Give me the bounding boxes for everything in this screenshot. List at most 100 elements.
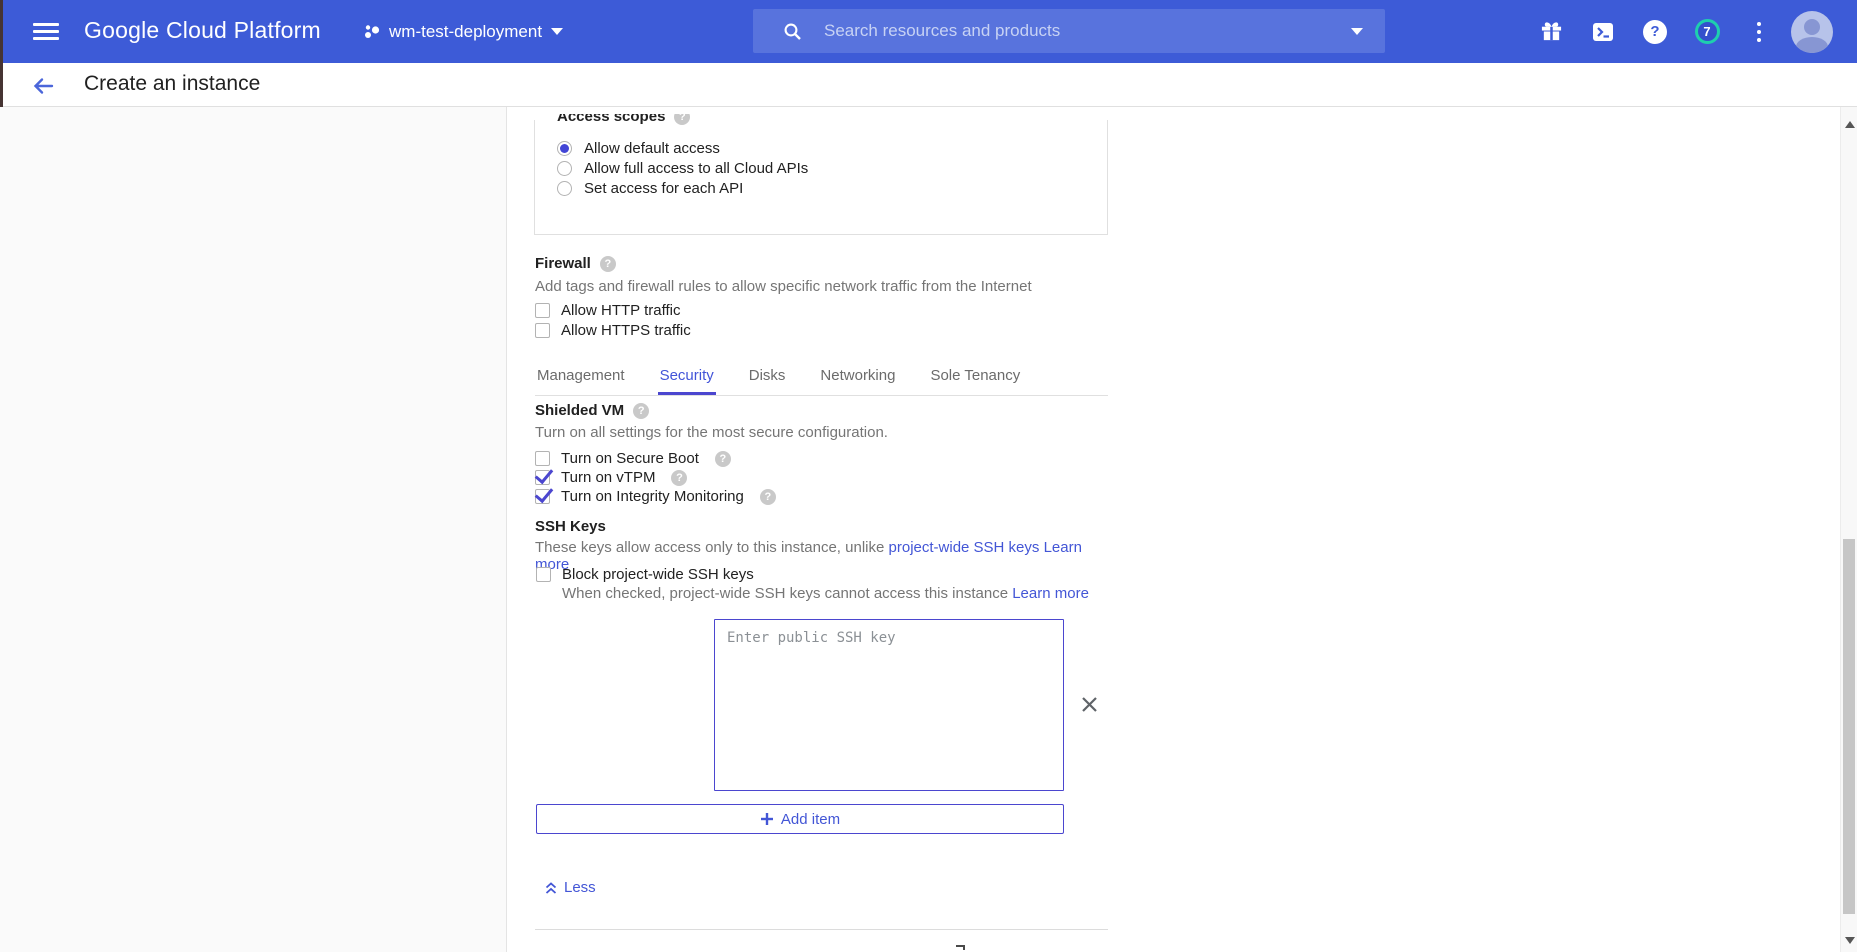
access-scopes-card: Access scopes ? Allow default access All… xyxy=(534,120,1108,235)
radio-label: Allow full access to all Cloud APIs xyxy=(584,160,808,177)
scroll-down-arrow[interactable] xyxy=(1845,937,1855,944)
section-divider xyxy=(535,929,1108,930)
remove-ssh-key-button[interactable] xyxy=(1076,691,1102,717)
firewall-label: Firewall xyxy=(535,255,591,272)
firewall-section: Firewall ? Add tags and firewall rules t… xyxy=(535,255,1108,340)
radio-label: Allow default access xyxy=(584,140,720,157)
radio-allow-default-access[interactable]: Allow default access xyxy=(557,138,1107,158)
gift-icon xyxy=(1540,20,1563,43)
block-ssh-keys-description: When checked, project-wide SSH keys cann… xyxy=(562,585,1089,602)
global-search[interactable] xyxy=(753,9,1385,53)
collapse-chevrons-icon xyxy=(545,881,557,895)
checkbox-label: Allow HTTPS traffic xyxy=(561,322,691,339)
tab-networking[interactable]: Networking xyxy=(818,364,897,395)
main-content: Access scopes ? Allow default access All… xyxy=(508,107,1840,952)
less-toggle[interactable]: Less xyxy=(545,879,596,896)
checkbox-block-project-wide-ssh-keys[interactable]: Block project-wide SSH keys xyxy=(536,565,1109,584)
integrity-monitoring-help-icon[interactable]: ? xyxy=(760,489,776,505)
checkbox-allow-http[interactable]: Allow HTTP traffic xyxy=(535,301,1108,320)
settings-tabs: Management Security Disks Networking Sol… xyxy=(535,364,1108,396)
screen-edge-artifact xyxy=(0,0,3,107)
page-title: Create an instance xyxy=(84,72,260,96)
checkbox-vtpm[interactable]: Turn on vTPM ? xyxy=(535,468,1108,487)
block-ssh-keys-description-text: When checked, project-wide SSH keys cann… xyxy=(562,585,1008,602)
checkbox-icon[interactable] xyxy=(535,323,550,338)
less-label: Less xyxy=(564,879,596,896)
avatar-body xyxy=(1796,37,1828,53)
tab-sole-tenancy[interactable]: Sole Tenancy xyxy=(928,364,1022,395)
account-avatar[interactable] xyxy=(1791,11,1833,53)
gcp-create-instance-screen: Google Cloud Platform wm-test-deployment xyxy=(0,0,1857,952)
ssh-keys-label: SSH Keys xyxy=(535,518,606,535)
checkbox-icon[interactable] xyxy=(535,470,550,485)
checkbox-label: Turn on Integrity Monitoring xyxy=(561,488,744,505)
menu-icon[interactable] xyxy=(33,19,63,44)
checkbox-icon[interactable] xyxy=(535,489,550,504)
project-name: wm-test-deployment xyxy=(389,22,542,42)
back-arrow-icon xyxy=(31,74,55,98)
more-options-button[interactable] xyxy=(1733,0,1785,63)
cloud-shell-button[interactable] xyxy=(1577,0,1629,63)
search-input[interactable] xyxy=(824,21,1351,41)
project-selector[interactable]: wm-test-deployment xyxy=(364,0,563,63)
secure-boot-help-icon[interactable]: ? xyxy=(715,451,731,467)
radio-icon[interactable] xyxy=(557,141,572,156)
chevron-down-icon xyxy=(551,28,563,35)
vtpm-help-icon[interactable]: ? xyxy=(671,470,687,486)
help-button[interactable]: ? xyxy=(1629,0,1681,63)
cloud-shell-icon xyxy=(1591,20,1615,44)
access-scopes-help-icon[interactable]: ? xyxy=(674,114,690,125)
access-scopes-label: Access scopes xyxy=(557,114,665,125)
checkbox-icon[interactable] xyxy=(535,451,550,466)
page-header: Create an instance xyxy=(0,63,1857,107)
gcp-logo-text[interactable]: Google Cloud Platform xyxy=(84,17,321,44)
search-dropdown-icon[interactable] xyxy=(1351,28,1363,35)
search-icon xyxy=(783,22,802,41)
left-sidebar xyxy=(0,107,507,952)
clipped-content-fragment xyxy=(956,945,965,950)
ssh-keys-description-text: These keys allow access only to this ins… xyxy=(535,539,884,556)
tab-disks[interactable]: Disks xyxy=(747,364,788,395)
firewall-description: Add tags and firewall rules to allow spe… xyxy=(535,278,1108,295)
learn-more-link[interactable]: Learn more xyxy=(1012,585,1089,602)
avatar-head xyxy=(1804,19,1820,35)
marketplace-gift-button[interactable] xyxy=(1525,0,1577,63)
checkbox-label: Allow HTTP traffic xyxy=(561,302,680,319)
scrollbar-thumb[interactable] xyxy=(1843,539,1855,914)
checkbox-icon[interactable] xyxy=(535,303,550,318)
ssh-key-input[interactable] xyxy=(714,619,1064,791)
checkbox-label: Block project-wide SSH keys xyxy=(562,566,754,583)
checkbox-integrity-monitoring[interactable]: Turn on Integrity Monitoring ? xyxy=(535,487,1108,506)
shielded-vm-section: Shielded VM ? Turn on all settings for t… xyxy=(535,402,1108,506)
vertical-scrollbar[interactable] xyxy=(1840,107,1857,952)
firewall-help-icon[interactable]: ? xyxy=(600,256,616,272)
checkbox-icon[interactable] xyxy=(536,567,551,582)
add-item-label: Add item xyxy=(781,811,840,828)
plus-icon xyxy=(760,812,774,826)
add-item-button[interactable]: Add item xyxy=(536,804,1064,834)
tab-security[interactable]: Security xyxy=(658,364,716,395)
shielded-vm-help-icon[interactable]: ? xyxy=(633,403,649,419)
notification-badge: 7 xyxy=(1695,19,1720,44)
radio-icon[interactable] xyxy=(557,181,572,196)
project-dots-icon xyxy=(364,24,380,40)
close-icon xyxy=(1081,696,1098,713)
radio-set-access-per-api[interactable]: Set access for each API xyxy=(557,178,1107,198)
checkbox-allow-https[interactable]: Allow HTTPS traffic xyxy=(535,321,1108,340)
back-button[interactable] xyxy=(28,71,58,101)
notifications-button[interactable]: 7 xyxy=(1681,0,1733,63)
kebab-icon xyxy=(1757,22,1761,42)
help-icon: ? xyxy=(1643,20,1667,44)
shielded-vm-label: Shielded VM xyxy=(535,402,624,419)
shielded-vm-description: Turn on all settings for the most secure… xyxy=(535,424,1108,441)
radio-label: Set access for each API xyxy=(584,180,743,197)
checkbox-secure-boot[interactable]: Turn on Secure Boot ? xyxy=(535,449,1108,468)
radio-allow-full-access[interactable]: Allow full access to all Cloud APIs xyxy=(557,158,1107,178)
access-scopes-header: Access scopes ? xyxy=(557,114,690,125)
scroll-up-arrow[interactable] xyxy=(1845,121,1855,128)
radio-icon[interactable] xyxy=(557,161,572,176)
topbar-actions: ? 7 xyxy=(1525,0,1857,63)
checkbox-label: Turn on vTPM xyxy=(561,469,655,486)
tab-management[interactable]: Management xyxy=(535,364,627,395)
top-app-bar: Google Cloud Platform wm-test-deployment xyxy=(0,0,1857,63)
